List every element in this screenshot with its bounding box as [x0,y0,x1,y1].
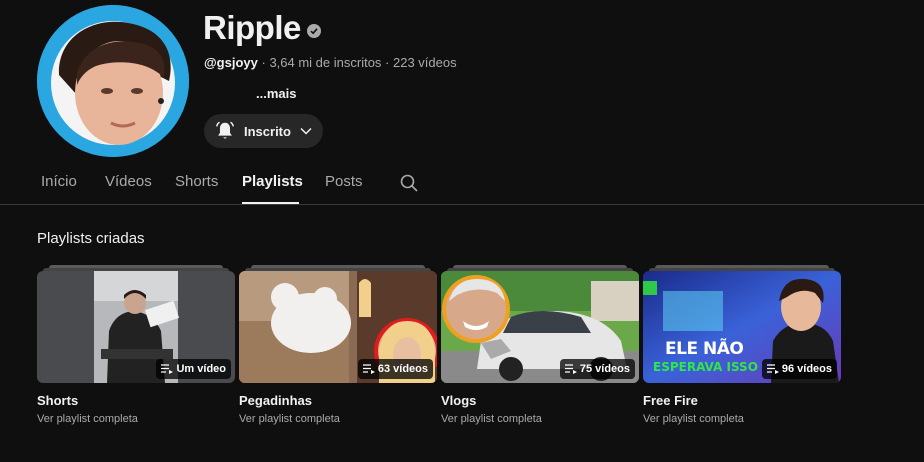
video-count: 223 vídeos [393,55,457,70]
subscriber-count: 3,64 mi de inscritos [269,55,382,70]
playlist-icon [161,364,174,374]
playlist-thumbnail[interactable]: 63 vídeos [239,271,437,383]
playlist-thumbnail[interactable]: 75 vídeos [441,271,639,383]
chevron-down-icon [299,124,313,138]
playlist-title[interactable]: Vlogs [441,393,476,408]
playlist-title[interactable]: Shorts [37,393,78,408]
channel-handle: @gsjoyy [204,55,258,70]
view-full-playlist-link[interactable]: Ver playlist completa [643,413,744,425]
view-full-playlist-link[interactable]: Ver playlist completa [441,413,542,425]
video-count-badge: 96 vídeos [761,359,837,379]
section-title: Playlists criadas [37,230,145,247]
view-full-playlist-link[interactable]: Ver playlist completa [37,413,138,425]
view-full-playlist-link[interactable]: Ver playlist completa [239,413,340,425]
video-count: 75 vídeos [579,363,630,375]
playlist-thumbnail[interactable]: Um vídeo [37,271,235,383]
active-tab-indicator [242,202,299,204]
channel-avatar[interactable] [37,5,189,157]
bell-icon [214,120,236,142]
more-description-link[interactable]: ...mais [256,86,296,101]
video-count-badge: 75 vídeos [559,359,635,379]
playlist-title[interactable]: Free Fire [643,393,698,408]
playlist-thumbnail[interactable]: ELE NÃO ESPERAVA ISSO 96 vídeos [643,271,841,383]
channel-name: Ripple [203,9,301,46]
thumbnail-caption-line1: ELE NÃO [665,339,744,359]
playlist-icon [362,364,375,374]
playlist-icon [766,364,779,374]
playlist-icon [564,364,577,374]
video-count-badge: 63 vídeos [357,359,433,379]
meta-separator: · [257,55,270,70]
tab-posts[interactable]: Posts [325,173,363,190]
channel-meta: @gsjoyy · 3,64 mi de inscritos · 223 víd… [204,55,457,70]
tab-videos[interactable]: Vídeos [105,173,152,190]
search-icon[interactable] [399,173,419,198]
playlist-title[interactable]: Pegadinhas [239,393,312,408]
video-count: 63 vídeos [377,363,428,375]
subscribed-label: Inscrito [244,123,291,139]
verified-badge-icon [307,24,321,38]
channel-tabs: Início Vídeos Shorts Playlists Posts [0,164,924,205]
tab-inicio[interactable]: Início [41,173,77,190]
subscribed-button[interactable]: Inscrito [204,114,323,148]
thumbnail-caption-line2: ESPERAVA ISSO [653,360,758,374]
meta-separator: · [381,55,393,70]
video-count: 96 vídeos [781,363,832,375]
tab-playlists[interactable]: Playlists [242,173,303,190]
video-count: Um vídeo [176,363,226,375]
video-count-badge: Um vídeo [156,359,231,379]
tab-shorts[interactable]: Shorts [175,173,218,190]
